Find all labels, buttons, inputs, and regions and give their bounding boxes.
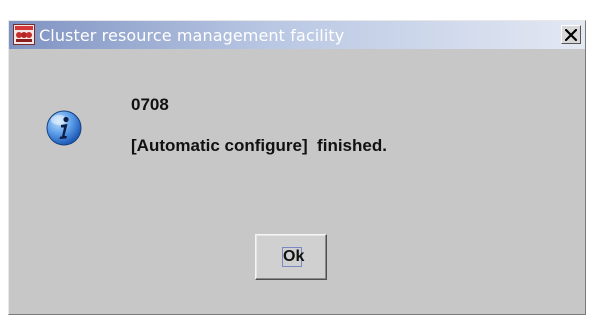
- ok-button[interactable]: Ok: [255, 234, 327, 280]
- close-button[interactable]: [561, 25, 581, 44]
- message-code: 0708: [131, 95, 169, 114]
- app-icon: [13, 24, 35, 45]
- message-text: [Automatic configure] finished.: [131, 136, 387, 155]
- information-icon: [45, 109, 83, 147]
- title-bar[interactable]: Cluster resource management facility: [9, 21, 585, 49]
- window-title: Cluster resource management facility: [39, 26, 345, 45]
- close-icon: [565, 28, 577, 41]
- dialog-window: Cluster resource management facility 070…: [8, 20, 586, 315]
- ok-button-label: Ok: [283, 248, 305, 265]
